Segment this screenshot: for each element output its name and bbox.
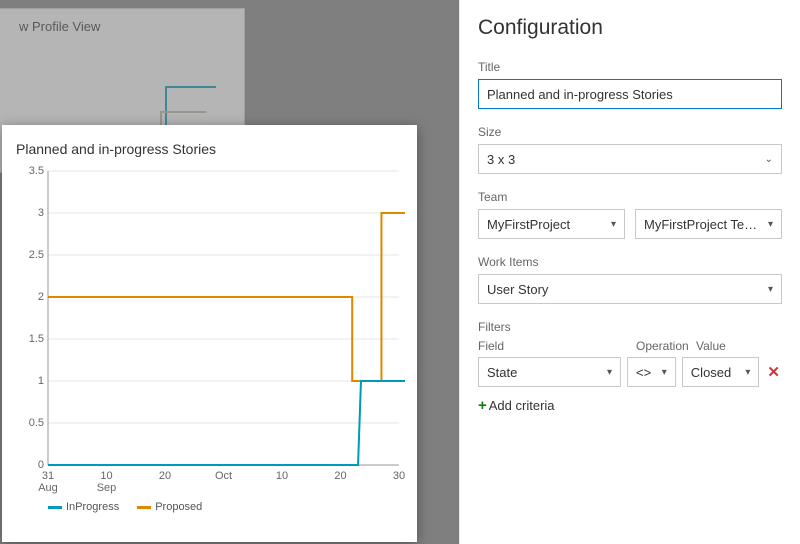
filter-row: State ▾ <> ▾ Closed ▾ ✕	[478, 357, 782, 387]
y-tick-label: 3.5	[29, 165, 44, 177]
filter-value-select[interactable]: Closed ▾	[682, 357, 760, 387]
filter-field-value: State	[487, 365, 517, 380]
filter-field-select[interactable]: State ▾	[478, 357, 621, 387]
y-tick-label: 1	[38, 375, 44, 387]
filter-value-value: Closed	[691, 365, 731, 380]
legend-label-inprogress: InProgress	[66, 501, 119, 513]
legend-swatch-inprogress	[48, 506, 62, 509]
filter-operation-select[interactable]: <> ▾	[627, 357, 676, 387]
chart-legend: InProgress Proposed	[14, 495, 405, 513]
add-criteria-label: Add criteria	[489, 398, 555, 413]
work-items-label: Work Items	[478, 255, 782, 269]
title-input[interactable]	[478, 79, 782, 109]
chevron-down-icon: ⌄	[765, 154, 773, 165]
configuration-panel: Configuration Title Size 3 x 3 ⌄ Team My…	[459, 0, 800, 544]
chevron-down-icon: ▾	[768, 219, 773, 230]
chevron-down-icon: ▾	[607, 367, 612, 378]
x-tick-label: 10Sep	[97, 470, 117, 494]
filters-col-field: Field	[478, 339, 626, 353]
y-tick-label: 3	[38, 207, 44, 219]
x-tick-label: 10	[276, 470, 288, 482]
work-items-value: User Story	[487, 282, 548, 297]
line-chart	[14, 165, 405, 495]
filter-operation-value: <>	[636, 365, 651, 380]
size-select[interactable]: 3 x 3 ⌄	[478, 144, 782, 174]
x-tick-label: 20	[159, 470, 171, 482]
y-tick-label: 1.5	[29, 333, 44, 345]
legend-label-proposed: Proposed	[155, 501, 202, 513]
filters-col-value: Value	[696, 339, 776, 353]
chevron-down-icon: ▾	[611, 219, 616, 230]
left-preview-pane: w Profile View Planned and in-progress S…	[0, 0, 459, 544]
chart-area: 00.511.522.533.5 31Aug10Sep20Oct102030	[14, 165, 405, 495]
chevron-down-icon: ▾	[662, 367, 667, 378]
team-name-select[interactable]: MyFirstProject Team ▾	[635, 209, 782, 239]
legend-item-inprogress: InProgress	[48, 501, 119, 513]
title-label: Title	[478, 60, 782, 74]
x-tick-label: Oct	[215, 470, 232, 482]
plus-icon: +	[478, 397, 487, 414]
x-tick-label: 31Aug	[38, 470, 58, 494]
team-label: Team	[478, 190, 782, 204]
legend-item-proposed: Proposed	[137, 501, 202, 513]
y-tick-label: 2	[38, 291, 44, 303]
chevron-down-icon: ▾	[768, 284, 773, 295]
x-tick-label: 20	[334, 470, 346, 482]
filters-header-row: Field Operation Value	[478, 339, 782, 353]
filters-label: Filters	[478, 320, 782, 334]
configuration-heading: Configuration	[478, 16, 782, 40]
size-select-value: 3 x 3	[487, 152, 515, 167]
y-tick-label: 0.5	[29, 417, 44, 429]
y-tick-label: 2.5	[29, 249, 44, 261]
x-tick-label: 30	[393, 470, 405, 482]
chart-title: Planned and in-progress Stories	[16, 141, 405, 157]
chart-preview-card: Planned and in-progress Stories 00.511.5…	[2, 125, 417, 542]
add-criteria-button[interactable]: + Add criteria	[478, 397, 555, 414]
filters-col-operation: Operation	[636, 339, 686, 353]
team-name-value: MyFirstProject Team	[644, 217, 762, 232]
remove-filter-button[interactable]: ✕	[765, 363, 782, 381]
chevron-down-icon: ▾	[745, 367, 750, 378]
size-label: Size	[478, 125, 782, 139]
work-items-select[interactable]: User Story ▾	[478, 274, 782, 304]
team-project-value: MyFirstProject	[487, 217, 570, 232]
legend-swatch-proposed	[137, 506, 151, 509]
team-project-select[interactable]: MyFirstProject ▾	[478, 209, 625, 239]
